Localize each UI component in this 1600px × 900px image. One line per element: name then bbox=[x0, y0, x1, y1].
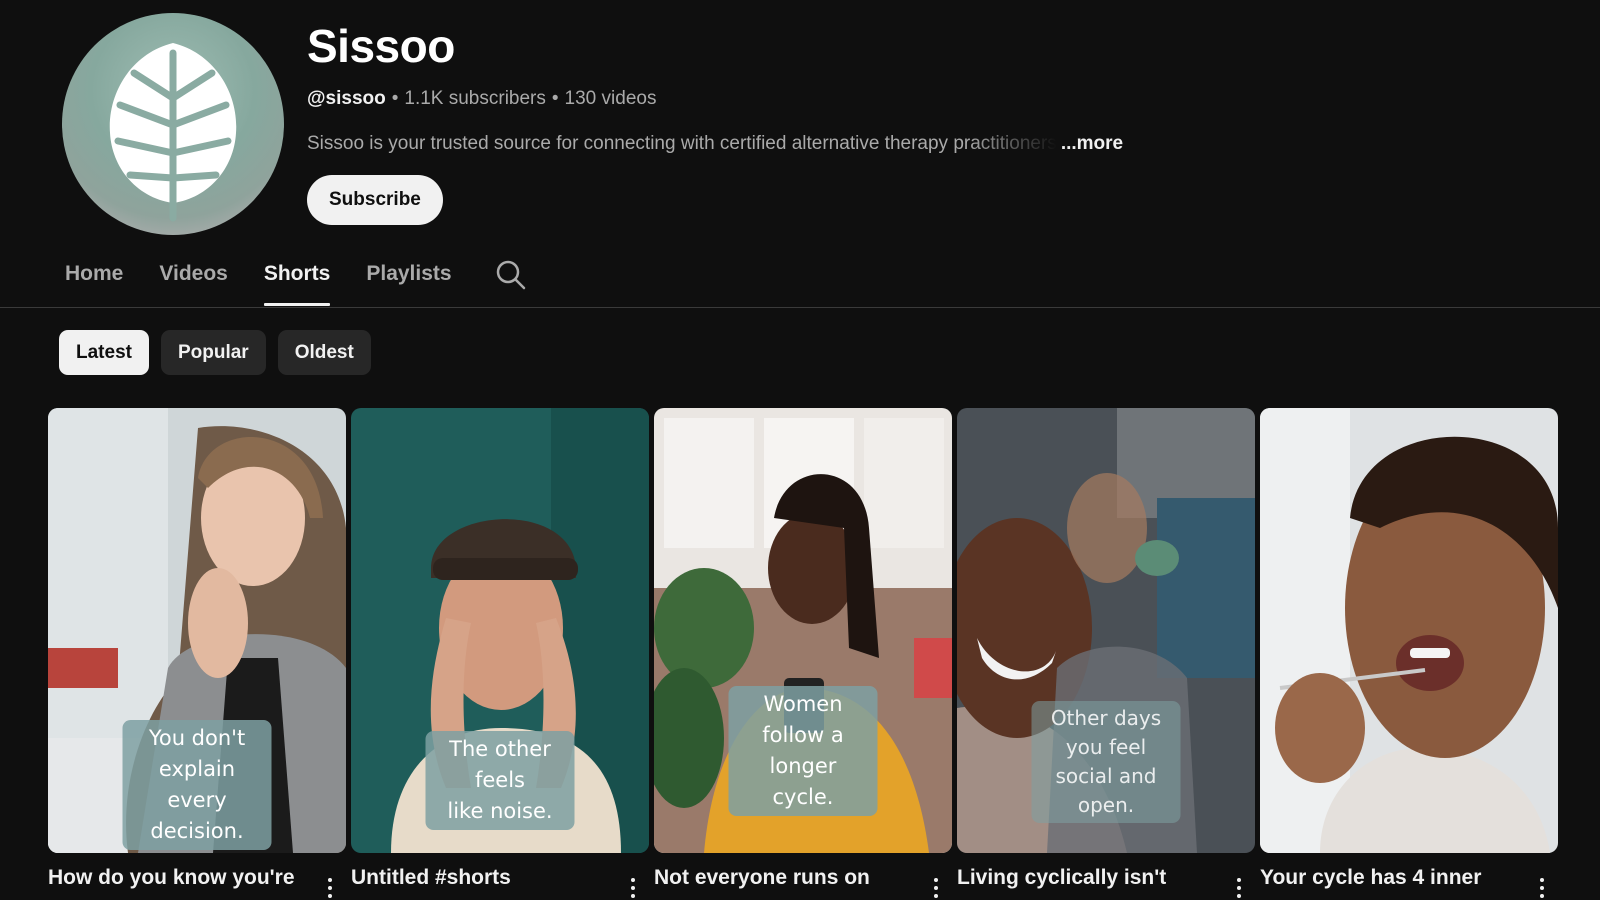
tabs-divider bbox=[0, 307, 1600, 308]
more-options-icon[interactable] bbox=[1530, 878, 1554, 900]
short-item: Other days you feel social and open. Liv… bbox=[957, 408, 1255, 898]
short-thumbnail[interactable]: The other feels like noise. bbox=[351, 408, 649, 853]
woman-eating-image bbox=[1260, 408, 1558, 853]
short-caption: The other feels like noise. bbox=[425, 731, 575, 830]
subscribe-button[interactable]: Subscribe bbox=[307, 175, 443, 225]
channel-meta: @sissoo • 1.1K subscribers • 130 videos bbox=[307, 88, 656, 110]
short-title[interactable]: Your cycle has 4 inner bbox=[1260, 866, 1520, 890]
description-text: Sissoo is your trusted source for connec… bbox=[307, 133, 1057, 154]
short-caption: You don't explain every decision. bbox=[122, 720, 272, 850]
description-more-link[interactable]: ...more bbox=[1061, 133, 1123, 154]
short-item: The other feels like noise. Untitled #sh… bbox=[351, 408, 649, 898]
channel-description[interactable]: Sissoo is your trusted source for connec… bbox=[307, 133, 1123, 155]
short-thumbnail[interactable]: Other days you feel social and open. bbox=[957, 408, 1255, 853]
more-options-icon[interactable] bbox=[621, 878, 645, 900]
meta-separator: • bbox=[391, 88, 399, 109]
short-title[interactable]: Untitled #shorts bbox=[351, 866, 611, 890]
channel-avatar[interactable] bbox=[62, 13, 284, 235]
channel-tabs: Home Videos Shorts Playlists bbox=[65, 250, 528, 308]
channel-header: Sissoo @sissoo • 1.1K subscribers • 130 vide… bbox=[62, 13, 1542, 235]
more-options-icon[interactable] bbox=[924, 878, 948, 900]
meta-separator: • bbox=[551, 88, 559, 109]
chip-oldest[interactable]: Oldest bbox=[277, 330, 371, 375]
short-title[interactable]: How do you know you're bbox=[48, 866, 308, 890]
tab-videos[interactable]: Videos bbox=[159, 250, 227, 306]
short-item: Your cycle has 4 inner bbox=[1260, 408, 1558, 898]
tab-shorts[interactable]: Shorts bbox=[263, 250, 330, 306]
search-icon[interactable] bbox=[494, 258, 528, 292]
short-thumbnail[interactable]: Women follow a longer cycle. bbox=[654, 408, 952, 853]
chip-popular[interactable]: Popular bbox=[160, 330, 266, 375]
more-options-icon[interactable] bbox=[1227, 878, 1251, 900]
channel-title: Sissoo bbox=[307, 20, 455, 72]
short-title[interactable]: Not everyone runs on bbox=[654, 866, 914, 890]
short-thumbnail[interactable] bbox=[1260, 408, 1558, 853]
sort-chips: Latest Popular Oldest bbox=[59, 330, 371, 375]
short-title[interactable]: Living cyclically isn't bbox=[957, 866, 1217, 890]
tab-home[interactable]: Home bbox=[65, 250, 123, 306]
short-thumbnail[interactable]: You don't explain every decision. bbox=[48, 408, 346, 853]
leaf-logo-icon bbox=[109, 43, 237, 222]
more-options-icon[interactable] bbox=[318, 878, 342, 900]
video-count: 130 videos bbox=[564, 88, 657, 109]
shorts-grid: You don't explain every decision. How do… bbox=[48, 408, 1560, 900]
subscriber-count: 1.1K subscribers bbox=[404, 88, 546, 109]
short-item: You don't explain every decision. How do… bbox=[48, 408, 346, 898]
chip-latest[interactable]: Latest bbox=[59, 330, 149, 375]
tab-playlists[interactable]: Playlists bbox=[366, 250, 451, 306]
short-caption: Women follow a longer cycle. bbox=[728, 686, 878, 816]
channel-handle: @sissoo bbox=[307, 88, 386, 109]
short-item: Women follow a longer cycle. Not everyon… bbox=[654, 408, 952, 898]
short-caption: Other days you feel social and open. bbox=[1031, 701, 1181, 823]
